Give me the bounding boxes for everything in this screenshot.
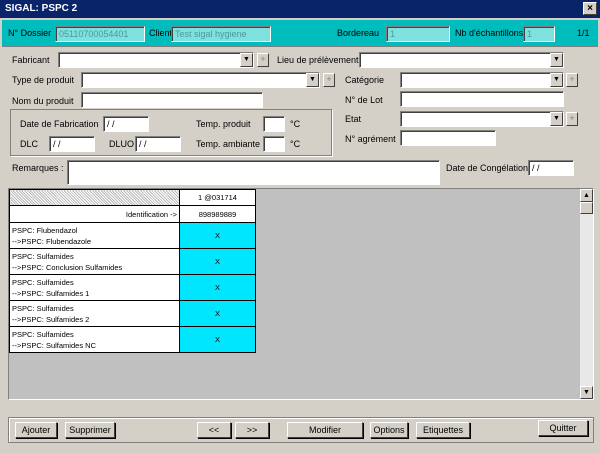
table-row: PSPC: Flubendazol -->PSPC: Flubendazole X [9, 222, 256, 249]
date-fabrication-field[interactable]: / / [103, 116, 149, 132]
next-button[interactable]: >> [235, 422, 269, 438]
temp-ambiante-label: Temp. ambiante [196, 139, 261, 149]
row-label-line1: PSPC: Sulfamides [12, 277, 74, 287]
identification-value[interactable]: 898989889 [179, 205, 256, 223]
ajouter-button[interactable]: Ajouter [15, 422, 57, 438]
add-type-button[interactable]: + [323, 73, 335, 87]
row-label-line2: -->PSPC: Sulfamides NC [12, 340, 96, 350]
row-header: PSPC: Sulfamides -->PSPC: Sulfamides NC [9, 326, 180, 353]
grid-cell[interactable]: X [179, 222, 256, 249]
row-label-line1: PSPC: Sulfamides [12, 251, 74, 261]
client-label: Client [149, 28, 173, 38]
table-row: PSPC: Sulfamides -->PSPC: Conclusion Sulf… [9, 248, 256, 275]
column-header[interactable]: 1 @031714 [179, 189, 256, 206]
grid-cell[interactable]: X [179, 300, 256, 327]
table-row: PSPC: Sulfamides -->PSPC: Sulfamides 2 X [9, 300, 256, 327]
etiquettes-button[interactable]: Etiquettes [416, 422, 470, 438]
date-congelation-field[interactable]: / / [528, 160, 574, 176]
options-button[interactable]: Options [370, 422, 408, 438]
chevron-down-icon[interactable]: ▼ [306, 73, 319, 87]
title-bar: SIGAL: PSPC 2 × [0, 0, 600, 18]
row-header: PSPC: Sulfamides -->PSPC: Sulfamides 1 [9, 274, 180, 301]
add-etat-button[interactable]: + [566, 112, 578, 126]
temp-produit-label: Temp. produit [196, 119, 251, 129]
client-field[interactable]: Test sigal hygiene [171, 26, 271, 42]
dlc-label: DLC [20, 139, 39, 149]
results-table: 1 @031714 Identification -> 898989889 PS… [9, 189, 256, 353]
identification-label: Identification -> [9, 205, 180, 223]
row-label-line2: -->PSPC: Sulfamides 2 [12, 314, 90, 324]
date-congelation-label: Date de Congélation [446, 163, 529, 173]
close-icon[interactable]: × [583, 2, 597, 15]
nom-produit-label: Nom du produit [12, 96, 74, 106]
remarques-label: Remarques : [12, 163, 64, 173]
modifier-button[interactable]: Modifier [287, 422, 363, 438]
table-row: PSPC: Sulfamides -->PSPC: Sulfamides 1 X [9, 274, 256, 301]
bordereau-label: Bordereau [337, 28, 380, 38]
chevron-down-icon[interactable]: ▼ [240, 53, 253, 67]
quitter-button[interactable]: Quitter [538, 420, 588, 436]
row-label-line2: -->PSPC: Conclusion Sulfamides [12, 262, 123, 272]
page-indicator: 1/1 [577, 28, 590, 38]
scroll-down-icon[interactable]: ▼ [580, 386, 593, 399]
lieu-combo[interactable]: ▼ [359, 52, 564, 68]
fabricant-label: Fabricant [12, 55, 50, 65]
remarques-field[interactable] [67, 160, 440, 185]
type-produit-label: Type de produit [12, 75, 75, 85]
dossier-field[interactable]: 05110700054401 [55, 26, 145, 42]
scroll-thumb[interactable] [580, 202, 593, 214]
nb-echantillons-field[interactable]: 1 [523, 26, 555, 42]
nb-echantillons-label: Nb d'échantillons [455, 28, 524, 38]
grid-cell[interactable]: X [179, 274, 256, 301]
row-label-line2: -->PSPC: Sulfamides 1 [12, 288, 90, 298]
temp-produit-field[interactable] [263, 116, 285, 132]
table-row: PSPC: Sulfamides -->PSPC: Sulfamides NC X [9, 326, 256, 353]
row-header: PSPC: Sulfamides -->PSPC: Conclusion Sulf… [9, 248, 180, 275]
row-label-line1: PSPC: Flubendazol [12, 225, 78, 235]
temp-produit-unit: °C [290, 119, 301, 129]
previous-button[interactable]: << [197, 422, 231, 438]
vertical-scrollbar[interactable]: ▲ ▼ [580, 189, 593, 399]
results-grid: 1 @031714 Identification -> 898989889 PS… [8, 188, 594, 400]
bordereau-field[interactable]: 1 [386, 26, 450, 42]
row-label-line1: PSPC: Sulfamides [12, 329, 74, 339]
grid-corner [9, 189, 180, 206]
type-produit-combo[interactable]: ▼ [81, 72, 320, 88]
fabricant-combo[interactable]: ▼ [58, 52, 254, 68]
chevron-down-icon[interactable]: ▼ [550, 53, 563, 67]
etat-label: Etat [345, 114, 362, 124]
chevron-down-icon[interactable]: ▼ [550, 112, 563, 126]
agrement-label: N° agrément [345, 134, 396, 144]
dluo-field[interactable]: / / [135, 136, 181, 152]
add-categorie-button[interactable]: + [566, 73, 578, 87]
chevron-down-icon[interactable]: ▼ [550, 73, 563, 87]
grid-cell[interactable]: X [179, 326, 256, 353]
lot-field[interactable] [400, 91, 564, 107]
nom-produit-field[interactable] [81, 92, 263, 108]
dossier-label: N° Dossier [8, 28, 52, 38]
scroll-up-icon[interactable]: ▲ [580, 189, 593, 202]
row-header: PSPC: Flubendazol -->PSPC: Flubendazole [9, 222, 180, 249]
window-title: SIGAL: PSPC 2 [5, 3, 78, 14]
date-fabrication-label: Date de Fabrication [20, 119, 99, 129]
dluo-label: DLUO [109, 139, 135, 149]
grid-cell[interactable]: X [179, 248, 256, 275]
temp-ambiante-unit: °C [290, 139, 301, 149]
header-band: N° Dossier 05110700054401 Client Test si… [2, 20, 598, 47]
agrement-field[interactable] [400, 130, 496, 146]
lieu-label: Lieu de prélèvement [277, 55, 359, 65]
lot-label: N° de Lot [345, 95, 383, 105]
button-bar: Ajouter Supprimer << >> Modifier Options… [8, 417, 594, 443]
etat-combo[interactable]: ▼ [400, 111, 564, 127]
row-label-line2: -->PSPC: Flubendazole [12, 236, 91, 246]
add-fabricant-button[interactable]: + [257, 53, 269, 67]
categorie-combo[interactable]: ▼ [400, 72, 564, 88]
row-label-line1: PSPC: Sulfamides [12, 303, 74, 313]
categorie-label: Catégorie [345, 75, 385, 85]
supprimer-button[interactable]: Supprimer [65, 422, 115, 438]
temp-ambiante-field[interactable] [263, 136, 285, 152]
row-header: PSPC: Sulfamides -->PSPC: Sulfamides 2 [9, 300, 180, 327]
window: SIGAL: PSPC 2 × N° Dossier 0511070005440… [0, 0, 600, 453]
dlc-field[interactable]: / / [49, 136, 95, 152]
